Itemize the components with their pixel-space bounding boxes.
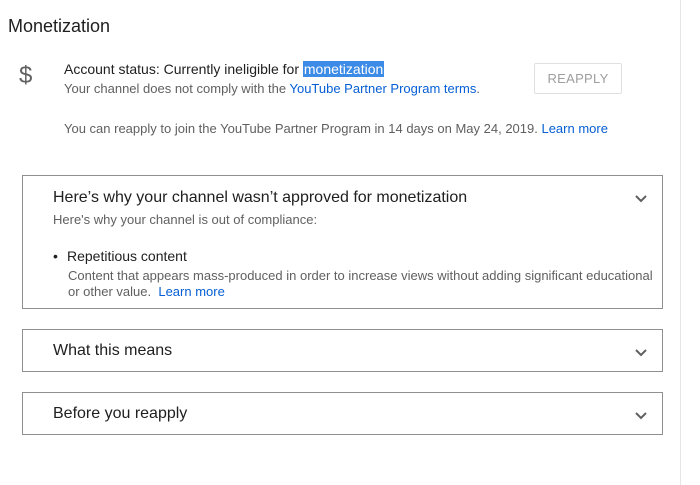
account-status: Account status: Currently ineligible for… xyxy=(64,61,385,77)
account-status-text: Account status: Currently ineligible for xyxy=(64,61,303,77)
chevron-down-icon[interactable] xyxy=(634,411,648,421)
bullet: • xyxy=(53,248,58,264)
dollar-icon: $ xyxy=(19,62,33,89)
reason-item: • Repetitious content xyxy=(53,248,187,264)
panel-before-you-reapply-title[interactable]: Before you reapply xyxy=(53,405,187,423)
reapply-note: You can reapply to join the YouTube Part… xyxy=(64,121,608,136)
panel-what-this-means[interactable]: What this means xyxy=(22,329,663,372)
page-title: Monetization xyxy=(8,16,111,36)
compliance-suffix: . xyxy=(476,81,481,96)
reason-title: Repetitious content xyxy=(67,248,187,264)
highlighted-text[interactable]: monetization xyxy=(302,61,385,77)
reason-learn-more-link[interactable]: Learn more xyxy=(158,284,224,299)
partner-program-terms-link[interactable]: YouTube Partner Program terms xyxy=(289,81,476,96)
compliance-text: Your channel does not comply with the xyxy=(64,81,290,96)
reason-description: Content that appears mass-produced in or… xyxy=(68,268,663,300)
chevron-down-icon[interactable] xyxy=(634,194,648,204)
panel-why-not-approved-title[interactable]: Here’s why your channel wasn’t approved … xyxy=(53,189,467,207)
reapply-learn-more-link[interactable]: Learn more xyxy=(541,121,607,136)
chevron-down-icon[interactable] xyxy=(634,348,648,358)
reapply-note-text: You can reapply to join the YouTube Part… xyxy=(64,121,542,136)
panel-why-not-approved: Here’s why your channel wasn’t approved … xyxy=(22,175,663,309)
panel-why-not-approved-subtitle: Here's why your channel is out of compli… xyxy=(53,212,318,227)
reapply-button[interactable]: REAPPLY xyxy=(534,63,622,94)
page-right-border xyxy=(680,0,681,485)
compliance-message: Your channel does not comply with the Yo… xyxy=(64,81,480,96)
panel-what-this-means-title[interactable]: What this means xyxy=(53,342,172,360)
panel-before-you-reapply[interactable]: Before you reapply xyxy=(22,392,663,435)
reason-description-text: Content that appears mass-produced in or… xyxy=(68,268,653,299)
